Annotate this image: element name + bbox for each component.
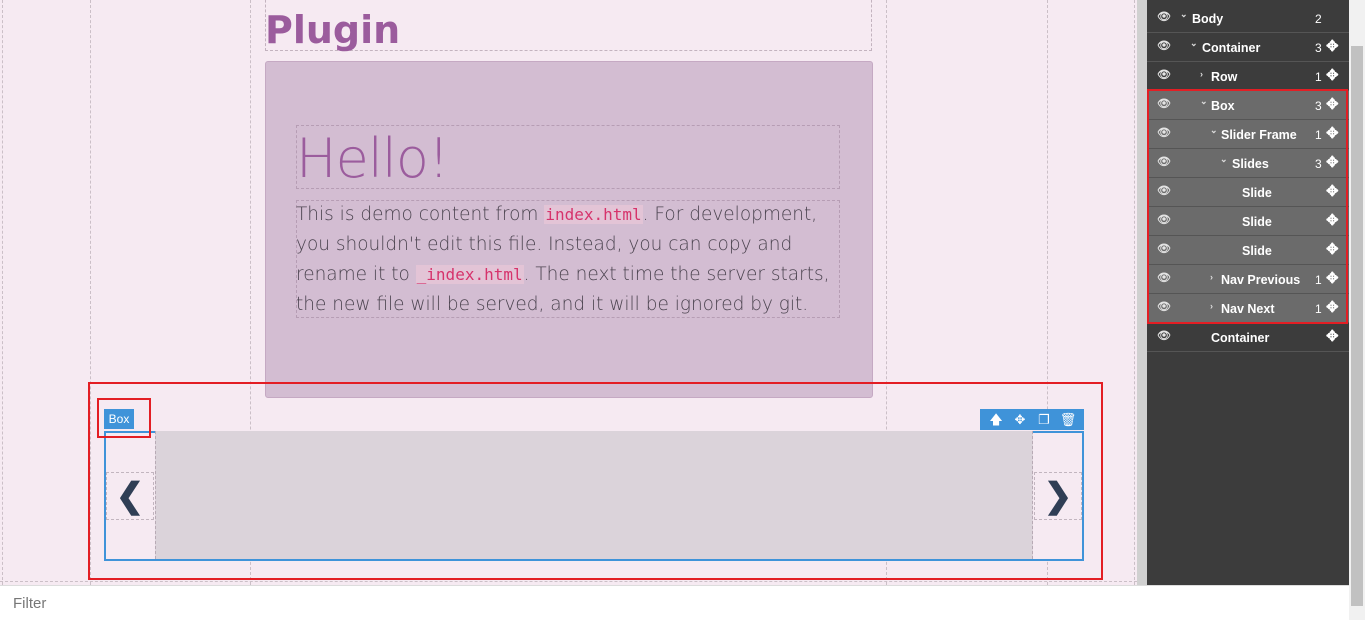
filter-input[interactable] (0, 586, 1349, 620)
chevron-right-icon[interactable]: › (1200, 69, 1203, 79)
layer-container[interactable]: 👁 ⌄ Container 3 ✥ (1147, 33, 1349, 62)
scrollbar-thumb[interactable] (1351, 46, 1363, 606)
hello-heading: Hello! (296, 127, 450, 190)
move-icon[interactable]: ✥ (1326, 327, 1339, 345)
layout-guide (2, 0, 3, 585)
eye-icon[interactable]: 👁 (1157, 39, 1171, 52)
demo-paragraph: This is demo content from index.html. Fo… (296, 200, 840, 320)
editor-canvas[interactable]: Plugin Hello! This is demo content from … (0, 0, 1137, 585)
layout-guide (1134, 0, 1135, 585)
annotation-outline (97, 398, 151, 438)
chevron-down-icon[interactable]: ⌄ (1180, 9, 1188, 20)
layer-name: Container (1211, 331, 1270, 345)
layer-container[interactable]: 👁 Container ✥ (1147, 323, 1349, 352)
layer-name: Body (1192, 12, 1224, 26)
paragraph-text: This is demo content from (296, 204, 545, 225)
eye-icon[interactable]: 👁 (1157, 329, 1171, 342)
filter-bar (0, 585, 1349, 620)
layer-row[interactable]: 👁 › Row 1 ✥ (1147, 62, 1349, 91)
page-title: Plugin (265, 8, 401, 52)
layer-name: Row (1211, 70, 1238, 84)
code-underscore-index-html: _index.html (415, 265, 524, 284)
layer-count: 1 (1315, 70, 1322, 84)
annotation-outline (88, 382, 1103, 580)
eye-icon[interactable]: 👁 (1157, 10, 1171, 23)
move-icon[interactable]: ✥ (1326, 37, 1339, 55)
annotation-outline (1147, 89, 1348, 324)
layer-count: 2 (1315, 12, 1322, 26)
layout-guide (0, 581, 1137, 582)
eye-icon[interactable]: 👁 (1157, 68, 1171, 81)
chevron-down-icon[interactable]: ⌄ (1190, 38, 1198, 49)
layer-name: Container (1202, 41, 1261, 55)
code-index-html: index.html (544, 205, 643, 224)
layer-count: 3 (1315, 41, 1322, 55)
move-icon[interactable]: ✥ (1326, 66, 1339, 84)
panel-divider[interactable] (1137, 0, 1147, 585)
layer-body[interactable]: 👁 ⌄ Body 2 (1147, 4, 1349, 33)
